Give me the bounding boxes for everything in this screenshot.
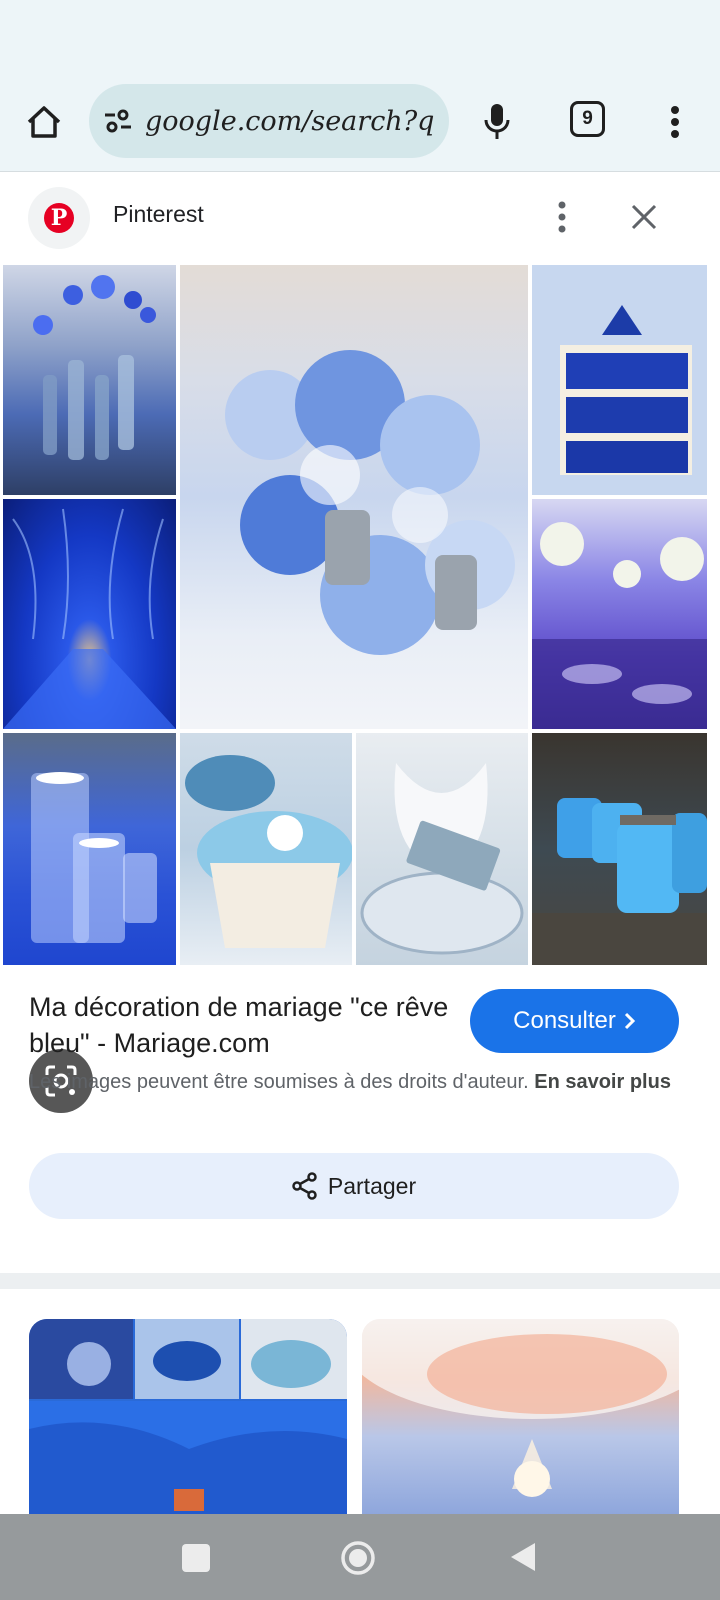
home-nav-button[interactable] [340,1540,376,1576]
more-vert-icon [671,106,679,138]
system-navigation-bar [0,1514,720,1600]
browser-menu-button[interactable] [660,98,690,146]
status-bar [0,0,720,80]
visit-label: Consulter [513,1007,616,1034]
copyright-notice: Les images peuvent être soumises à des d… [29,1068,679,1097]
image-tile-purple-reception [532,499,707,729]
image-tile-mason-jar-lights [532,733,707,965]
image-tile-floating-candles [3,733,176,965]
related-image-card[interactable] [29,1319,347,1515]
close-icon [631,204,657,230]
home-icon [27,106,61,138]
mic-icon [484,104,510,139]
visit-button[interactable]: Consulter [470,989,679,1053]
section-divider [0,1273,720,1289]
image-tile-place-card [356,733,528,965]
tabs-button[interactable]: 9 [570,101,605,137]
share-button[interactable]: Partager [29,1153,679,1219]
more-options-button[interactable] [552,195,572,239]
image-preview-panel: P Pinterest Ma décoration de mariage "ce… [0,173,710,1273]
url-text[interactable]: google.com/search?q= [145,106,435,137]
more-vert-icon [558,201,566,233]
image-tile-hydrangea-centerpiece [180,265,528,729]
home-button[interactable] [20,98,68,146]
url-bar[interactable]: google.com/search?q= [89,84,449,158]
preview-image[interactable] [3,265,707,965]
image-tile-blue-aisle [3,499,176,729]
close-button[interactable] [626,199,662,235]
tune-icon[interactable] [103,106,137,136]
source-logo[interactable]: P [28,187,90,249]
voice-search-button[interactable] [476,97,518,147]
share-icon [292,1172,317,1200]
learn-more-link[interactable]: En savoir plus [534,1071,671,1093]
recent-apps-button[interactable] [182,1544,210,1572]
image-tile-blue-cake [532,265,707,495]
chevron-right-icon [624,1012,635,1030]
share-label: Partager [327,1172,417,1199]
source-name[interactable]: Pinterest [113,201,204,228]
copyright-text: Les images peuvent être soumises à des d… [29,1071,529,1093]
image-tile-snowflake-cupcake [180,733,352,965]
browser-toolbar: google.com/search?q= 9 [0,80,720,172]
back-nav-button[interactable] [508,1540,538,1574]
tab-count: 9 [582,108,593,129]
pinterest-logo-icon: P [44,203,74,233]
result-title[interactable]: Ma décoration de mariage "ce rêve bleu" … [29,989,449,1061]
related-image-card[interactable] [362,1319,679,1515]
related-results [0,1289,720,1515]
image-tile-flower-bottles [3,265,176,495]
